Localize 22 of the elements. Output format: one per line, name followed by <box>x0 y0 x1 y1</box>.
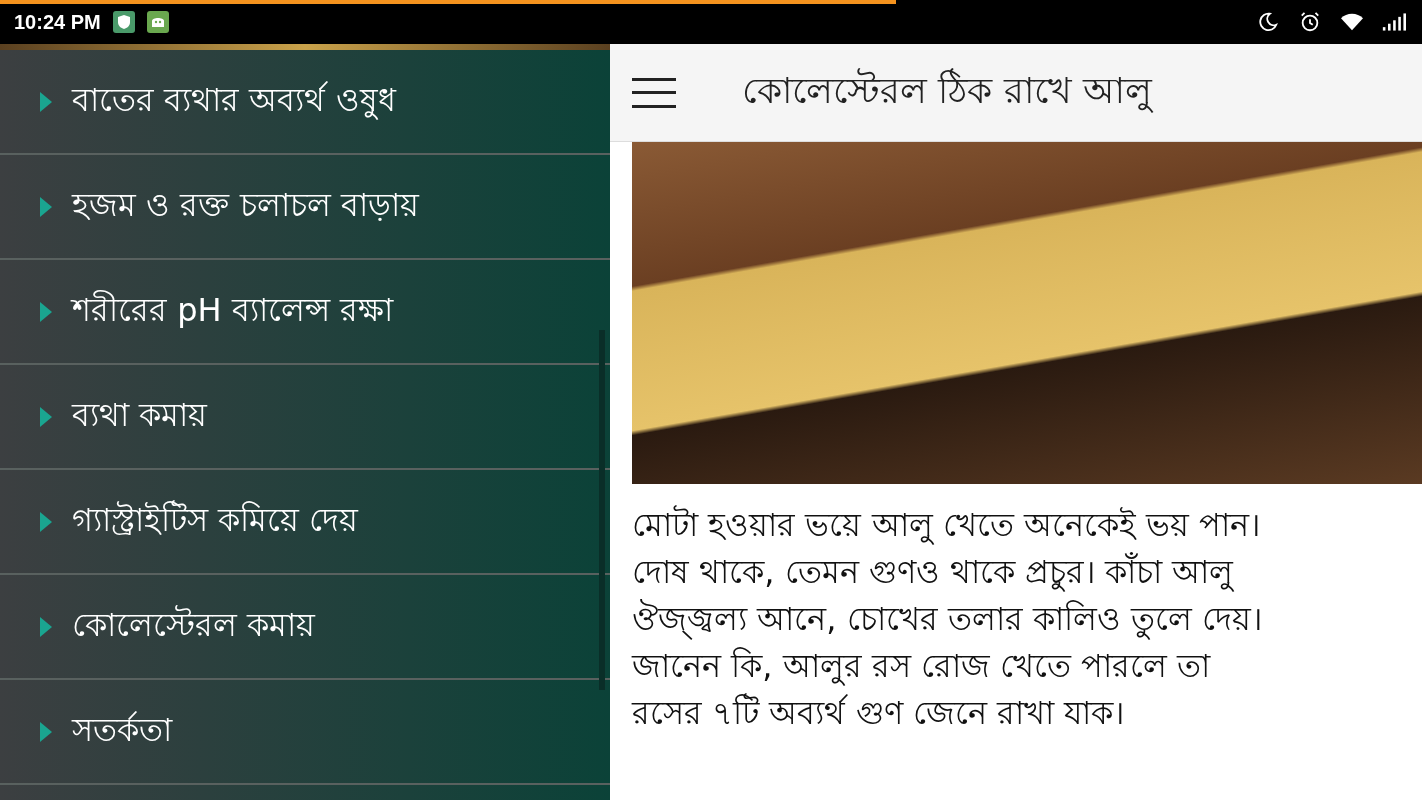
wifi-icon <box>1340 11 1364 33</box>
moon-icon <box>1256 11 1280 33</box>
article-text-line: ঔজ্জ্বল্য আনে, চোখের তলার কালিও তুলে দেয়। <box>632 598 1264 642</box>
menu-icon[interactable] <box>632 77 676 108</box>
drawer-item[interactable]: সতর্কতা <box>0 680 610 785</box>
page-title: কোলেস্টেরল ঠিক রাখে আলু <box>742 67 1153 115</box>
drawer-item[interactable]: হজম ও রক্ত চলাচল বাড়ায় <box>0 155 610 260</box>
triangle-icon <box>40 511 52 532</box>
triangle-icon <box>40 196 52 217</box>
article-text-line: জানেন কি, আলুর রস রোজ খেতে পারলে তা <box>632 646 1212 688</box>
signal-icon <box>1382 11 1406 33</box>
triangle-icon <box>40 406 52 427</box>
article-text-line: মোটা হওয়ার ভয়ে আলু খেতে অনেকেই ভয় পান। <box>632 504 1262 547</box>
triangle-icon <box>40 721 52 742</box>
article-text-line: রসের ৭টি অব্যর্থ গুণ জেনে রাখা যাক। <box>632 692 1126 734</box>
status-time: 10:24 PM <box>14 10 101 34</box>
triangle-icon <box>40 91 52 112</box>
triangle-icon <box>40 616 52 637</box>
android-notification-icon <box>146 11 169 33</box>
shield-notification-icon <box>112 11 135 33</box>
article-text-line: দোষ থাকে, তেমন গুণও থাকে প্রচুর। কাঁচা আলু <box>632 551 1235 594</box>
triangle-icon <box>40 301 52 322</box>
